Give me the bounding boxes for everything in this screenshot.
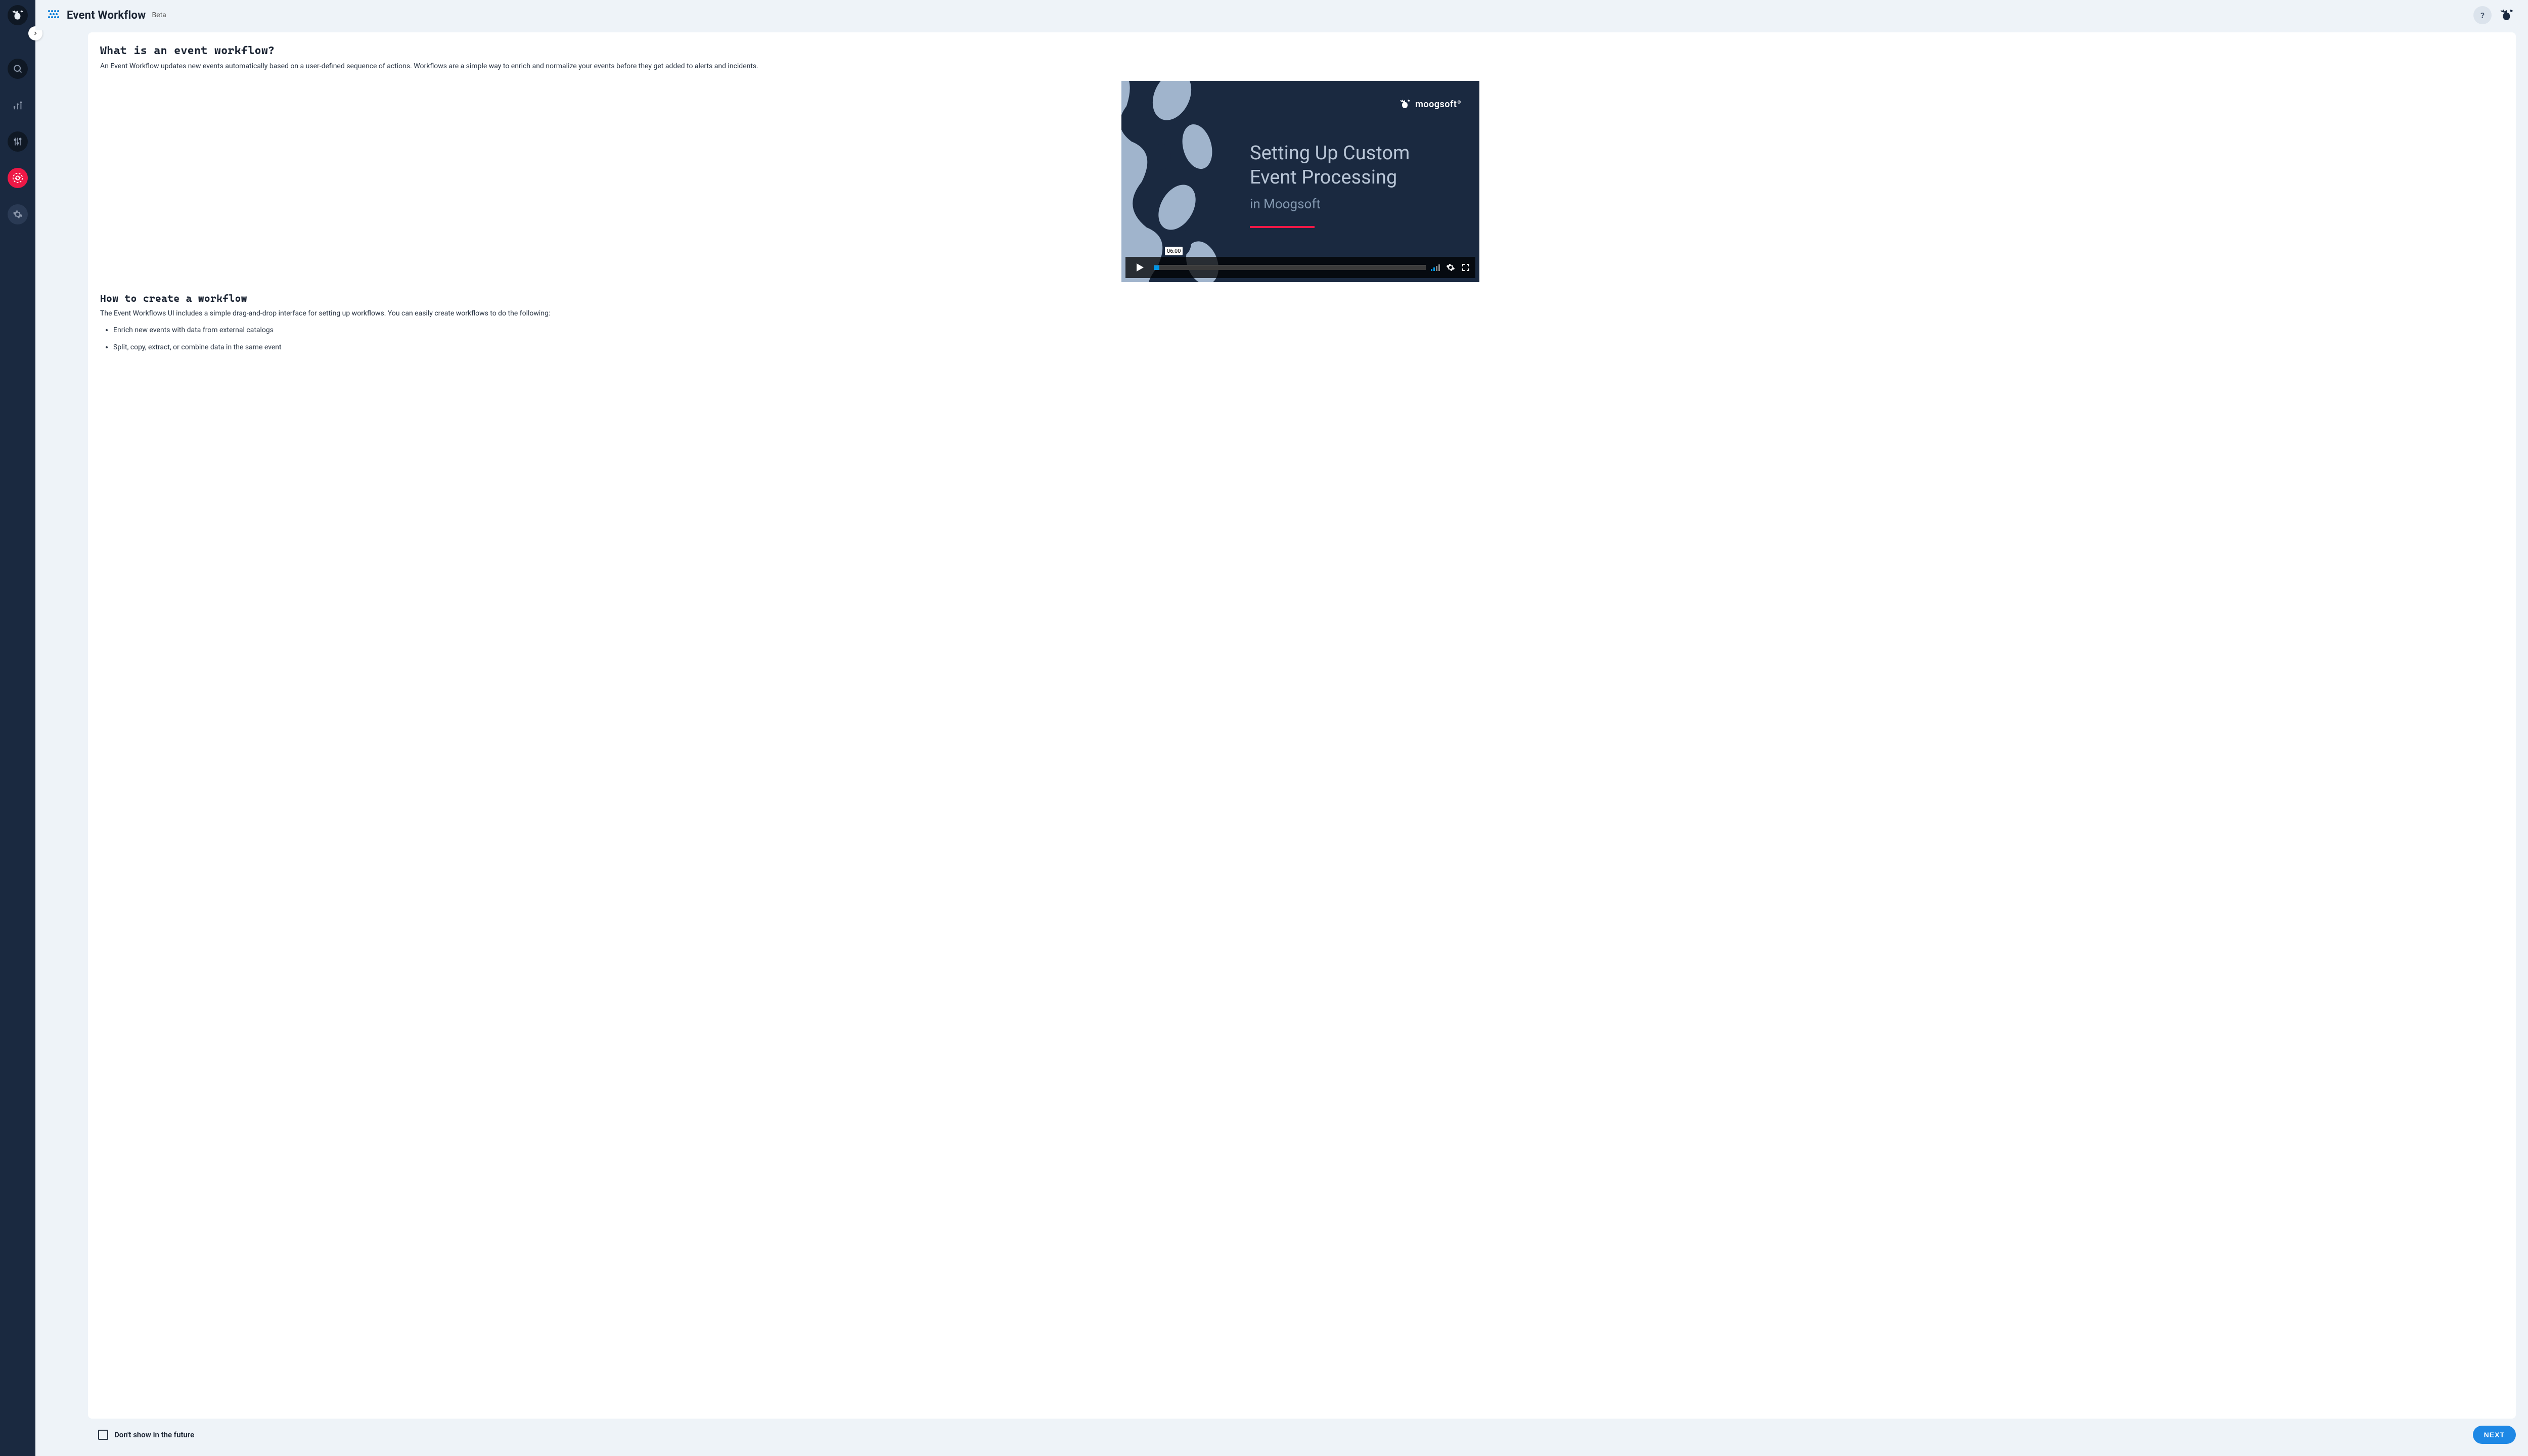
beta-badge: Beta [152, 11, 166, 19]
sliders-icon[interactable] [8, 131, 28, 152]
video-settings-icon[interactable] [1445, 262, 1456, 273]
list-item: Enrich new events with data from externa… [113, 326, 2501, 334]
logo-icon[interactable] [8, 5, 28, 25]
workflow-icon [48, 9, 61, 21]
chart-icon[interactable] [8, 95, 28, 115]
next-button[interactable]: NEXT [2473, 1426, 2516, 1444]
play-button[interactable] [1130, 257, 1150, 278]
video-controls: 06:00 [1125, 257, 1475, 278]
gear-icon[interactable] [8, 204, 28, 224]
content-card: What is an event workflow? An Event Work… [88, 32, 2516, 1419]
bullet-list: Enrich new events with data from externa… [100, 326, 2501, 351]
checkbox-icon[interactable] [98, 1430, 108, 1440]
page-title: Event Workflow [67, 9, 146, 22]
sync-icon[interactable] [8, 168, 28, 188]
footer: Don't show in the future NEXT [88, 1419, 2516, 1444]
main: What is an event workflow? An Event Work… [35, 30, 2528, 1456]
volume-icon[interactable] [1430, 262, 1441, 273]
sidebar [0, 0, 35, 1456]
video-time-tooltip: 06:00 [1165, 247, 1183, 255]
scroll-area[interactable]: What is an event workflow? An Event Work… [88, 32, 2513, 1419]
dont-show-checkbox-wrap[interactable]: Don't show in the future [98, 1430, 194, 1440]
list-item: Split, copy, extract, or combine data in… [113, 343, 2501, 351]
search-icon[interactable] [8, 59, 28, 79]
checkbox-label: Don't show in the future [114, 1430, 194, 1439]
avatar[interactable] [2498, 6, 2516, 24]
video-frame: moogsoft® Setting Up Custom Event Proces… [1121, 81, 1479, 282]
section1-body: An Event Workflow updates new events aut… [100, 61, 2501, 72]
help-button[interactable]: ? [2473, 6, 2492, 24]
video-progress[interactable] [1154, 265, 1426, 270]
section2-heading: How to create a workflow [100, 292, 2501, 304]
fullscreen-icon[interactable] [1460, 262, 1471, 273]
top-bar: Event Workflow Beta ? [35, 0, 2528, 30]
video-title: Setting Up Custom Event Processing in Mo… [1250, 142, 1410, 228]
video-player[interactable]: moogsoft® Setting Up Custom Event Proces… [1121, 81, 1479, 282]
section1-heading: What is an event workflow? [100, 44, 2501, 57]
section2-body: The Event Workflows UI includes a simple… [100, 308, 2501, 319]
video-brand: moogsoft® [1399, 98, 1461, 110]
